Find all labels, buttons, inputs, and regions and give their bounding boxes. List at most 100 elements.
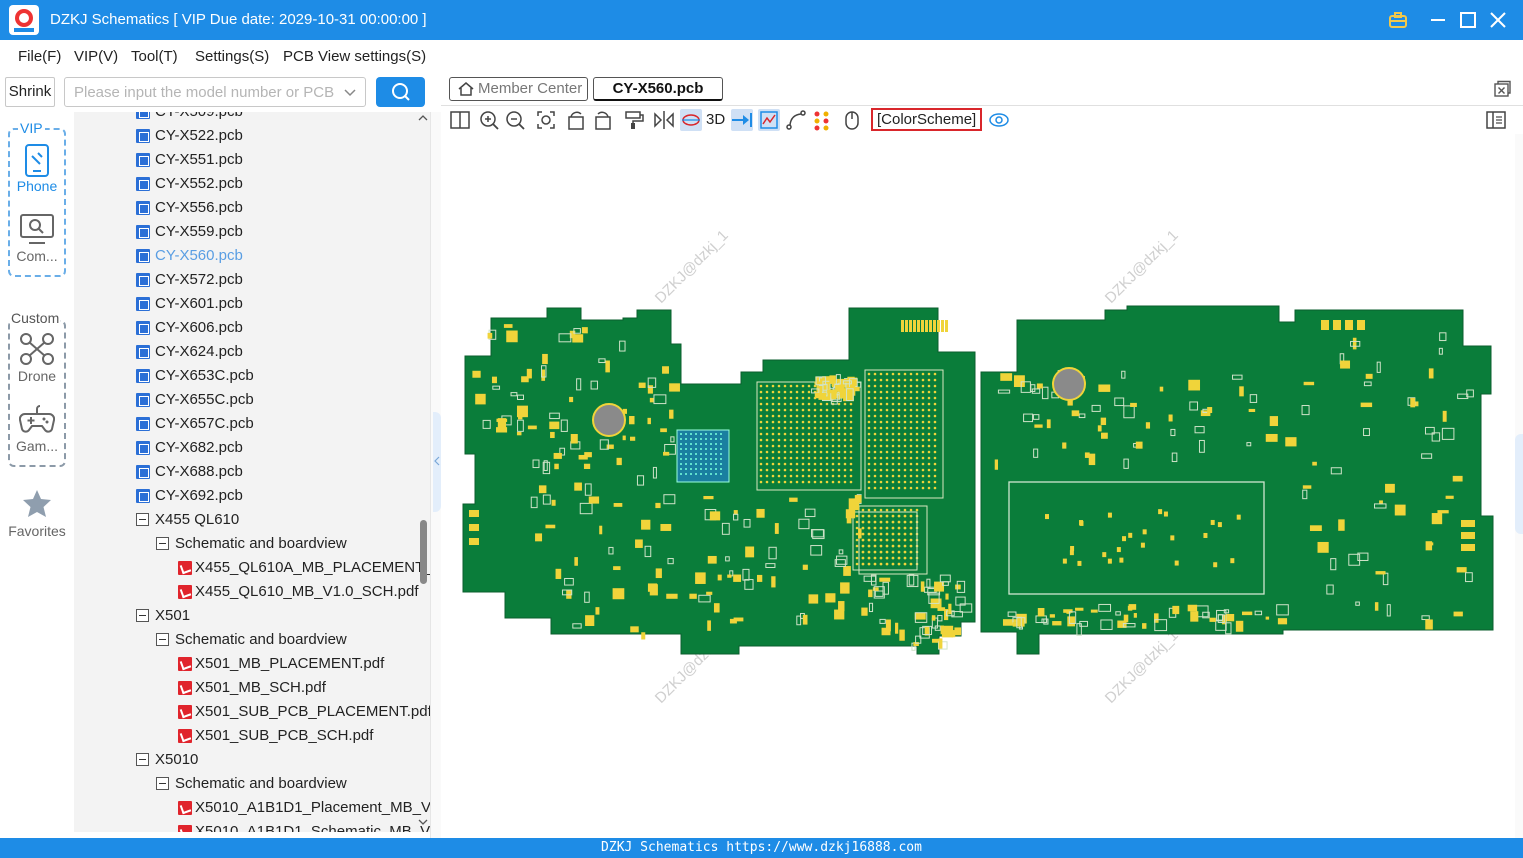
side-panel-toggle-icon[interactable] bbox=[1485, 109, 1507, 131]
tree-file[interactable]: X501_SUB_PCB_SCH.pdf bbox=[74, 724, 419, 748]
menu-pcb-view-settings[interactable]: PCB View settings(S) bbox=[283, 48, 426, 65]
maximize-icon[interactable] bbox=[1456, 8, 1480, 32]
fit-view-icon[interactable] bbox=[535, 109, 557, 131]
tree-file[interactable]: CY-X606.pcb bbox=[74, 316, 419, 340]
tree-folder[interactable]: Schematic and boardview bbox=[74, 772, 419, 796]
tree-file[interactable]: CY-X653C.pcb bbox=[74, 364, 419, 388]
tree-file[interactable]: CY-X655C.pcb bbox=[74, 388, 419, 412]
expand-right-panel-icon[interactable] bbox=[1515, 434, 1523, 534]
phone-repair-icon[interactable] bbox=[24, 144, 50, 181]
briefcase-icon[interactable] bbox=[1386, 8, 1410, 32]
tree-file[interactable]: X501_SUB_PCB_PLACEMENT.pdf bbox=[74, 700, 432, 724]
trace-route-icon[interactable] bbox=[785, 109, 807, 131]
tree-file[interactable]: CY-X657C.pcb bbox=[74, 412, 419, 436]
color-pads-icon[interactable] bbox=[811, 109, 833, 131]
pcb-pad bbox=[777, 438, 781, 442]
chevron-down-icon[interactable] bbox=[343, 86, 357, 102]
zoom-out-icon[interactable] bbox=[504, 109, 526, 131]
collapse-toggle-icon[interactable] bbox=[156, 537, 169, 550]
net-highlight-icon[interactable] bbox=[680, 109, 702, 131]
gamepad-icon[interactable] bbox=[18, 402, 56, 439]
menu-settings[interactable]: Settings(S) bbox=[195, 48, 269, 65]
collapse-toggle-icon[interactable] bbox=[156, 633, 169, 646]
pcb-canvas[interactable]: DZKJ@dzkj_1 DZKJ@dzkj_1 DZKJ@dzkj_1 DZKJ… bbox=[441, 134, 1515, 838]
search-button[interactable] bbox=[376, 77, 425, 107]
color-scheme-button[interactable]: [ColorScheme] bbox=[871, 108, 983, 131]
pcb-pad bbox=[843, 444, 847, 448]
tree-file[interactable]: CY-X560.pcb bbox=[74, 244, 419, 268]
tree-file[interactable]: CY-X682.pcb bbox=[74, 436, 419, 460]
computer-icon[interactable] bbox=[19, 214, 55, 249]
tree-file[interactable]: X501_MB_SCH.pdf bbox=[74, 676, 419, 700]
tree-file[interactable]: CY-X551.pcb bbox=[74, 148, 419, 172]
rail-item-phone[interactable]: Phone bbox=[0, 178, 74, 194]
rail-item-computer[interactable]: Com... bbox=[0, 248, 74, 264]
tree-folder[interactable]: X455 QL610 bbox=[74, 508, 419, 532]
tree-file[interactable]: CY-X559.pcb bbox=[74, 220, 419, 244]
close-all-tabs-icon[interactable] bbox=[1493, 80, 1511, 101]
collapse-toggle-icon[interactable] bbox=[136, 513, 149, 526]
collapse-toggle-icon[interactable] bbox=[136, 753, 149, 766]
tree-file[interactable]: CY-X692.pcb bbox=[74, 484, 419, 508]
tree-file[interactable]: CY-X688.pcb bbox=[74, 460, 419, 484]
star-icon[interactable] bbox=[22, 488, 52, 521]
tab-active-pcb[interactable]: CY-X560.pcb bbox=[593, 77, 723, 101]
drone-icon[interactable] bbox=[19, 332, 55, 369]
shrink-button[interactable]: Shrink bbox=[5, 77, 55, 107]
rotate-left-icon[interactable] bbox=[565, 109, 587, 131]
mirror-icon[interactable] bbox=[653, 109, 675, 131]
mouse-mode-icon[interactable] bbox=[841, 109, 863, 131]
menu-tool[interactable]: Tool(T) bbox=[131, 48, 178, 65]
tree-file[interactable]: CY-X522.pcb bbox=[74, 124, 419, 148]
pcb-pad bbox=[927, 384, 931, 388]
rail-item-favorites[interactable]: Favorites bbox=[0, 523, 74, 539]
split-view-icon[interactable] bbox=[449, 109, 471, 131]
flip-side-icon[interactable] bbox=[731, 109, 753, 131]
tree-file[interactable]: CY-X509.pcb bbox=[74, 112, 419, 124]
tree-file[interactable]: X5010_A1B1D1_Schematic_MB_V bbox=[74, 820, 430, 832]
smd-pad bbox=[1049, 614, 1055, 618]
eye-icon[interactable] bbox=[988, 109, 1010, 131]
close-icon[interactable] bbox=[1486, 8, 1510, 32]
tree-file[interactable]: X455_QL610A_MB_PLACEMENT_V bbox=[74, 556, 432, 580]
layer-view-icon[interactable] bbox=[758, 109, 780, 131]
tree-folder[interactable]: Schematic and boardview bbox=[74, 532, 419, 556]
menu-file[interactable]: File(F) bbox=[18, 48, 61, 65]
connector-pin bbox=[945, 320, 948, 332]
tree-file[interactable]: CY-X624.pcb bbox=[74, 340, 419, 364]
collapse-toggle-icon[interactable] bbox=[136, 609, 149, 622]
tree-folder[interactable]: X5010 bbox=[74, 748, 419, 772]
tree-item-label: CY-X657C.pcb bbox=[155, 415, 254, 432]
view-3d-button[interactable]: 3D bbox=[706, 111, 725, 128]
pcb-pad bbox=[897, 414, 901, 418]
menu-vip[interactable]: VIP(V) bbox=[74, 48, 118, 65]
tree-folder[interactable]: Schematic and boardview bbox=[74, 628, 419, 652]
minimize-icon[interactable] bbox=[1426, 8, 1450, 32]
rail-item-drone[interactable]: Drone bbox=[0, 368, 74, 384]
collapse-toggle-icon[interactable] bbox=[156, 777, 169, 790]
search-input[interactable]: Please input the model number or PCB bbox=[64, 77, 366, 107]
tree-file[interactable]: CY-X601.pcb bbox=[74, 292, 419, 316]
tree-folder[interactable]: X501 bbox=[74, 604, 419, 628]
pcb-pad bbox=[710, 443, 712, 445]
pcb-pad bbox=[680, 458, 682, 460]
rail-item-game[interactable]: Gam... bbox=[0, 438, 74, 454]
tree-file[interactable]: X5010_A1B1D1_Placement_MB_V bbox=[74, 796, 431, 820]
tree-file[interactable]: X455_QL610_MB_V1.0_SCH.pdf bbox=[74, 580, 419, 604]
tree-file[interactable]: CY-X556.pcb bbox=[74, 196, 419, 220]
format-painter-icon[interactable] bbox=[623, 109, 645, 131]
tree-file[interactable]: CY-X552.pcb bbox=[74, 172, 419, 196]
zoom-in-icon[interactable] bbox=[478, 109, 500, 131]
panel-splitter[interactable] bbox=[430, 112, 441, 838]
tree-file[interactable]: CY-X572.pcb bbox=[74, 268, 419, 292]
pcb-pad bbox=[897, 372, 901, 376]
tree-item-label: CY-X624.pcb bbox=[155, 343, 243, 360]
pcb-pad bbox=[897, 508, 901, 512]
right-panel-handle[interactable] bbox=[1515, 134, 1523, 838]
collapse-panel-handle[interactable] bbox=[433, 412, 441, 512]
scrollbar-thumb[interactable] bbox=[420, 520, 427, 584]
tree-scrollbar[interactable] bbox=[416, 112, 430, 832]
rotate-right-icon[interactable] bbox=[592, 109, 614, 131]
tree-file[interactable]: X501_MB_PLACEMENT.pdf bbox=[74, 652, 419, 676]
tab-member-center[interactable]: Member Center bbox=[449, 77, 588, 101]
